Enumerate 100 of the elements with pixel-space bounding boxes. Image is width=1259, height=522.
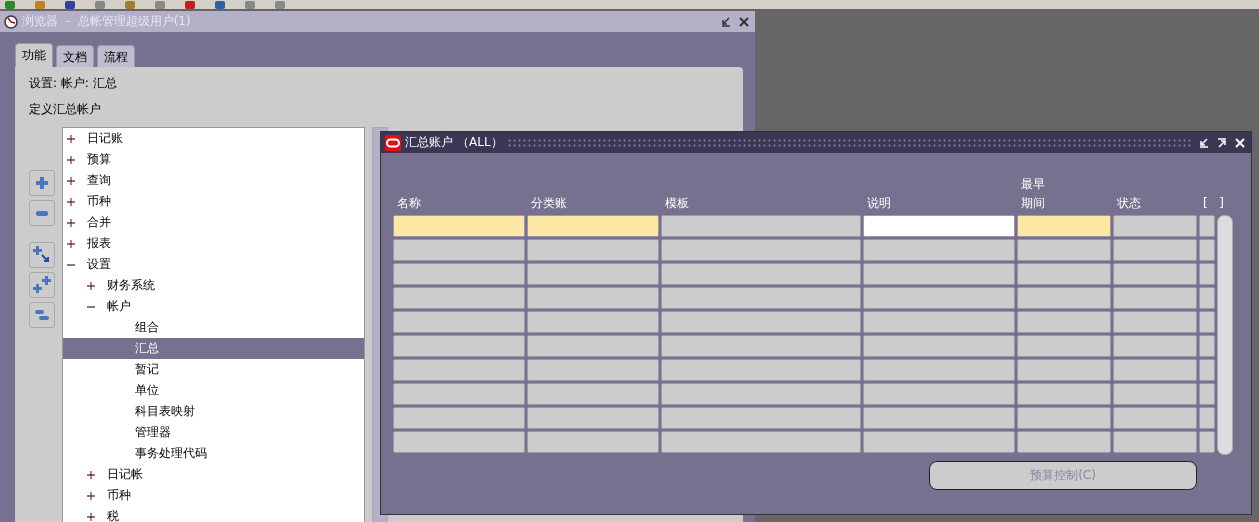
table-cell-field[interactable]: [393, 407, 525, 429]
tree-row[interactable]: 暂记: [63, 359, 364, 380]
table-cell-field[interactable]: [661, 287, 861, 309]
table-cell-field[interactable]: [661, 359, 861, 381]
toolbar-icon[interactable]: [184, 1, 196, 9]
toolbar-icon[interactable]: [64, 1, 76, 9]
table-cell-field[interactable]: [1113, 359, 1197, 381]
table-cell-field[interactable]: [393, 383, 525, 405]
table-cell-field[interactable]: [1199, 263, 1215, 285]
tree-row[interactable]: 事务处理代码: [63, 443, 364, 464]
table-cell-field[interactable]: [393, 431, 525, 453]
expand-icon[interactable]: [67, 176, 75, 185]
collapse-all-button[interactable]: [29, 302, 55, 328]
table-cell-field[interactable]: [1199, 383, 1215, 405]
tree-row[interactable]: 查询: [63, 170, 364, 191]
table-cell-field[interactable]: [1113, 407, 1197, 429]
toolbar-icon[interactable]: [4, 1, 16, 9]
table-cell-field[interactable]: [661, 407, 861, 429]
table-cell-field[interactable]: [527, 215, 659, 237]
table-cell-field[interactable]: [1113, 383, 1197, 405]
tree-row[interactable]: 帐户: [63, 296, 364, 317]
table-cell-field[interactable]: [527, 407, 659, 429]
table-cell-field[interactable]: [863, 335, 1015, 357]
table-cell-field[interactable]: [527, 383, 659, 405]
tree-row[interactable]: 报表: [63, 233, 364, 254]
table-cell-field[interactable]: [1199, 239, 1215, 261]
table-cell-field[interactable]: [661, 263, 861, 285]
table-cell-field[interactable]: [393, 287, 525, 309]
table-cell-field[interactable]: [661, 431, 861, 453]
table-cell-field[interactable]: [393, 239, 525, 261]
collapse-button[interactable]: [29, 200, 55, 226]
tree-row[interactable]: 科目表映射: [63, 401, 364, 422]
tree-row[interactable]: 管理器: [63, 422, 364, 443]
maximize-icon[interactable]: [1215, 135, 1229, 150]
minimize-icon[interactable]: [1197, 135, 1211, 150]
expand-icon[interactable]: [87, 281, 95, 290]
table-cell-field[interactable]: [1017, 359, 1111, 381]
table-cell-field[interactable]: [1017, 383, 1111, 405]
table-cell-field[interactable]: [393, 311, 525, 333]
table-cell-field[interactable]: [1113, 335, 1197, 357]
expand-all-button[interactable]: [29, 272, 55, 298]
table-cell-field[interactable]: [1199, 431, 1215, 453]
table-cell-field[interactable]: [863, 239, 1015, 261]
expand-icon[interactable]: [67, 197, 75, 206]
expand-icon[interactable]: [87, 512, 95, 521]
table-cell-field[interactable]: [1113, 215, 1197, 237]
selected-tree-row[interactable]: 汇总: [63, 338, 364, 359]
close-icon[interactable]: [1233, 135, 1247, 150]
expand-icon[interactable]: [67, 155, 75, 164]
table-cell-field[interactable]: [527, 359, 659, 381]
tree-row[interactable]: 预算: [63, 149, 364, 170]
table-cell-field[interactable]: [661, 239, 861, 261]
tree-row[interactable]: 币种: [63, 485, 364, 506]
table-cell-field[interactable]: [1113, 311, 1197, 333]
table-cell-field[interactable]: [1017, 431, 1111, 453]
table-cell-field[interactable]: [1017, 239, 1111, 261]
table-cell-field[interactable]: [863, 215, 1015, 237]
table-cell-field[interactable]: [661, 383, 861, 405]
tab[interactable]: 功能: [15, 43, 53, 67]
tree-row[interactable]: 币种: [63, 191, 364, 212]
table-cell-field[interactable]: [1017, 407, 1111, 429]
toolbar-icon[interactable]: [214, 1, 226, 9]
table-cell-field[interactable]: [527, 239, 659, 261]
toolbar-icon[interactable]: [124, 1, 136, 9]
table-cell-field[interactable]: [527, 311, 659, 333]
expand-icon[interactable]: [67, 134, 75, 143]
table-cell-field[interactable]: [1113, 239, 1197, 261]
expand-icon[interactable]: [87, 491, 95, 500]
table-cell-field[interactable]: [863, 263, 1015, 285]
table-cell-field[interactable]: [1199, 215, 1215, 237]
table-cell-field[interactable]: [1017, 335, 1111, 357]
table-cell-field[interactable]: [1113, 287, 1197, 309]
table-cell-field[interactable]: [1017, 215, 1111, 237]
scrollbar[interactable]: [1217, 215, 1233, 455]
table-cell-field[interactable]: [393, 335, 525, 357]
table-cell-field[interactable]: [863, 359, 1015, 381]
table-cell-field[interactable]: [863, 311, 1015, 333]
tree-row[interactable]: 财务系统: [63, 275, 364, 296]
table-cell-field[interactable]: [1199, 359, 1215, 381]
table-cell-field[interactable]: [1017, 287, 1111, 309]
expand-icon[interactable]: [67, 239, 75, 248]
expand-icon[interactable]: [67, 218, 75, 227]
expand-icon[interactable]: [87, 470, 95, 479]
table-cell-field[interactable]: [863, 431, 1015, 453]
table-cell-field[interactable]: [661, 311, 861, 333]
table-cell-field[interactable]: [1113, 431, 1197, 453]
table-cell-field[interactable]: [527, 263, 659, 285]
tree-row[interactable]: 税: [63, 506, 364, 522]
tab[interactable]: 流程: [97, 45, 135, 67]
tab[interactable]: 文档: [56, 45, 94, 67]
tree-row[interactable]: 日记账: [63, 128, 364, 149]
tree-row[interactable]: 日记帐: [63, 464, 364, 485]
table-cell-field[interactable]: [863, 287, 1015, 309]
table-cell-field[interactable]: [863, 407, 1015, 429]
table-cell-field[interactable]: [863, 383, 1015, 405]
tree-row[interactable]: 合并: [63, 212, 364, 233]
table-cell-field[interactable]: [393, 263, 525, 285]
tree-row[interactable]: 设置: [63, 254, 364, 275]
close-icon[interactable]: [737, 14, 751, 29]
table-cell-field[interactable]: [1199, 407, 1215, 429]
